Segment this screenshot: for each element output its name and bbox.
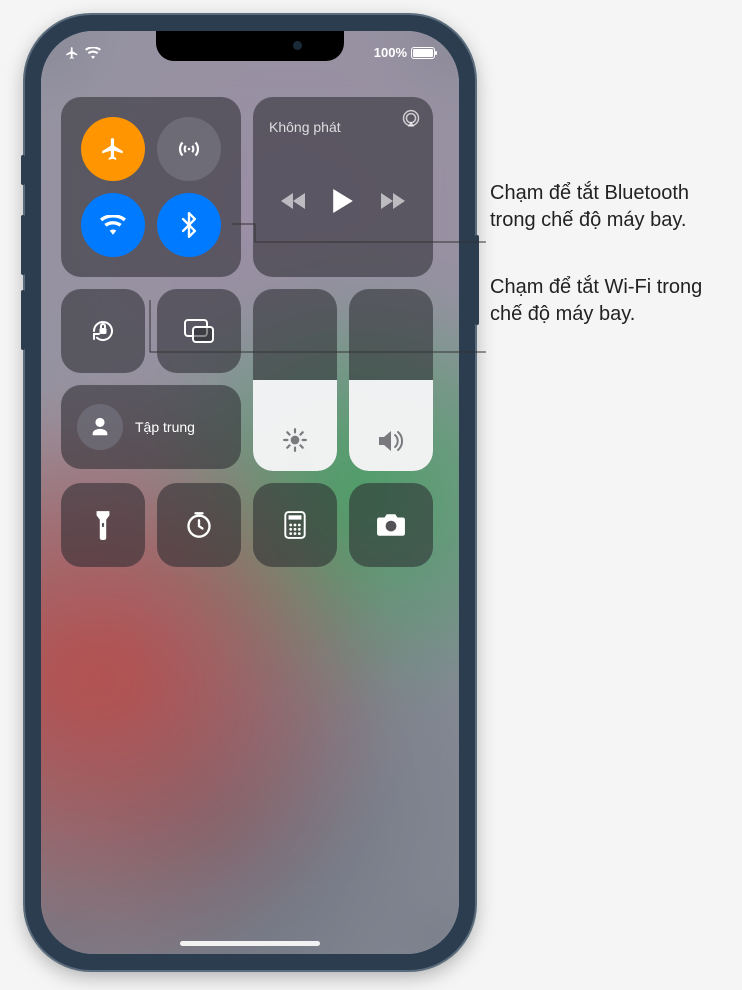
media-play-button[interactable]: [332, 189, 354, 213]
flashlight-button[interactable]: [61, 483, 145, 567]
mute-switch: [21, 155, 25, 185]
focus-icon: [77, 404, 123, 450]
airplane-mode-button[interactable]: [81, 117, 145, 181]
cellular-data-button[interactable]: [157, 117, 221, 181]
notch: [156, 31, 344, 61]
wifi-button[interactable]: [81, 193, 145, 257]
power-button: [475, 235, 479, 325]
camera-button[interactable]: [349, 483, 433, 567]
focus-label: Tập trung: [135, 419, 195, 435]
media-next-button[interactable]: [379, 192, 405, 210]
media-module[interactable]: Không phát: [253, 97, 433, 277]
bluetooth-button[interactable]: [157, 193, 221, 257]
media-prev-button[interactable]: [281, 192, 307, 210]
wifi-status-icon: [85, 47, 101, 59]
volume-slider[interactable]: [349, 289, 433, 471]
focus-button[interactable]: Tập trung: [61, 385, 241, 469]
battery-percentage: 100%: [374, 45, 407, 60]
brightness-slider[interactable]: [253, 289, 337, 471]
airplay-icon[interactable]: [401, 109, 421, 129]
volume-icon: [377, 429, 405, 453]
volume-up-button: [21, 215, 25, 275]
orientation-lock-button[interactable]: [61, 289, 145, 373]
media-title: Không phát: [269, 119, 417, 135]
calculator-button[interactable]: [253, 483, 337, 567]
screen-mirroring-button[interactable]: [157, 289, 241, 373]
callouts: Chạm để tắt Bluetooth trong chế độ máy b…: [490, 180, 730, 368]
airplane-status-icon: [65, 46, 79, 60]
brightness-icon: [282, 427, 308, 453]
iphone-device: 100%: [25, 15, 475, 970]
home-indicator[interactable]: [180, 941, 320, 946]
callout-bluetooth: Chạm để tắt Bluetooth trong chế độ máy b…: [490, 180, 730, 234]
callout-wifi: Chạm để tắt Wi-Fi trong chế độ máy bay.: [490, 274, 730, 328]
timer-button[interactable]: [157, 483, 241, 567]
screen: 100%: [41, 31, 459, 954]
battery-icon: [411, 47, 435, 59]
connectivity-module[interactable]: [61, 97, 241, 277]
battery-indicator: 100%: [374, 45, 435, 60]
volume-down-button: [21, 290, 25, 350]
